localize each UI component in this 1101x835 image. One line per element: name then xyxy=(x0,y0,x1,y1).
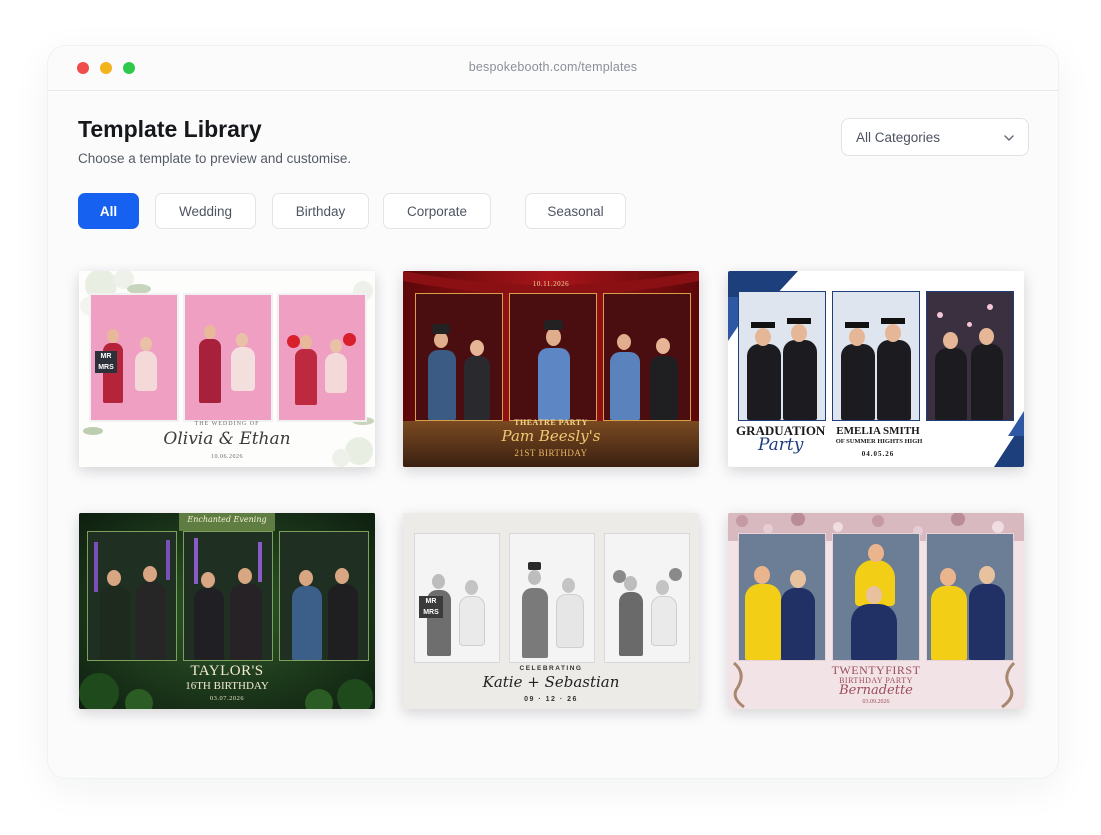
template-caption-line3: 09 · 12 · 26 xyxy=(524,696,578,703)
photo-strip-1 xyxy=(738,291,826,421)
photo-strip-2 xyxy=(509,533,595,663)
template-card-wedding-floral[interactable]: MR MRS THE WEDDING OF Olivia & Ethan 10.… xyxy=(79,271,375,467)
template-caption-line3: 10.06.2026 xyxy=(211,454,243,460)
template-caption-line2: 16TH BIRTHDAY xyxy=(185,680,269,692)
photo-strip-2 xyxy=(183,293,273,422)
template-top-title: Enchanted Evening xyxy=(187,515,267,524)
template-caption-line2: Katie + Sebastian xyxy=(482,673,620,691)
photo-strip-2 xyxy=(832,533,920,661)
template-caption-line3: 03.07.2026 xyxy=(209,695,245,702)
photo-strip-1 xyxy=(87,531,177,661)
category-dropdown-value: All Categories xyxy=(856,130,941,145)
prop-sign: MR MRS xyxy=(419,596,443,618)
filter-label: Wedding xyxy=(178,203,233,219)
filter-wedding[interactable]: Wedding xyxy=(155,193,256,229)
filter-label: Seasonal xyxy=(547,203,604,219)
template-caption-line4: OF SUMMER HIGHTS HIGH xyxy=(835,438,923,445)
template-caption-line1: THEATRE PARTY xyxy=(514,418,588,427)
photo-strip-2 xyxy=(509,293,597,421)
photo-strip-2 xyxy=(183,531,273,661)
chevron-down-icon xyxy=(1004,135,1014,141)
template-caption-line2: Party xyxy=(758,435,804,455)
template-caption-line3: 21ST BIRTHDAY xyxy=(514,448,588,458)
template-caption-line1: TAYLOR'S xyxy=(190,663,264,679)
template-caption-line5: 04.05.26 xyxy=(861,450,895,458)
photo-strip-3 xyxy=(926,533,1014,661)
photo-strip-3 xyxy=(604,533,690,663)
filter-seasonal[interactable]: Seasonal xyxy=(525,193,626,229)
browser-window: bespokebooth.com/templates Template Libr… xyxy=(48,46,1058,778)
photo-strip-3 xyxy=(279,531,369,661)
filter-label: Corporate xyxy=(406,203,468,219)
page-title: Template Library xyxy=(78,116,262,142)
template-card-theatre[interactable]: 10.11.2026 THEATRE PARTY Pam Beesly's 21… xyxy=(403,271,699,467)
photo-strip-3 xyxy=(926,291,1014,421)
template-card-enchanted-forest[interactable]: Enchanted Evening TAYLOR'S 16TH BIRTHDAY… xyxy=(79,513,375,709)
filter-label: All xyxy=(99,203,118,219)
template-caption-line2: Olivia & Ethan xyxy=(163,429,291,449)
template-top-date: 10.11.2026 xyxy=(532,280,570,288)
address-bar-url[interactable]: bespokebooth.com/templates xyxy=(48,60,1058,74)
prop-sign: MR MRS xyxy=(95,351,117,373)
photo-strip-2 xyxy=(832,291,920,421)
filter-birthday[interactable]: Birthday xyxy=(272,193,369,229)
photo-strip-3 xyxy=(603,293,691,421)
photo-strip-1: MR MRS xyxy=(414,533,500,663)
photo-strip-1 xyxy=(415,293,503,421)
photo-strip-1 xyxy=(738,533,826,661)
filter-all[interactable]: All xyxy=(78,193,139,229)
template-card-graduation[interactable]: GRADUATION Party EMELIA SMITH OF SUMMER … xyxy=(728,271,1024,467)
template-card-monochrome-wedding[interactable]: MR MRS CELEBRATING Katie + Sebastian 09 … xyxy=(403,513,699,709)
browser-titlebar: bespokebooth.com/templates xyxy=(48,46,1058,91)
template-caption-line4: 03.09.2026 xyxy=(862,699,890,705)
template-caption-line3: EMELIA SMITH xyxy=(836,425,920,437)
filter-label: Birthday xyxy=(295,203,346,219)
template-caption-line1: THE WEDDING OF xyxy=(194,421,260,427)
category-dropdown[interactable]: All Categories xyxy=(841,118,1029,156)
page-subtitle: Choose a template to preview and customi… xyxy=(78,151,352,166)
template-caption-line2: Pam Beesly's xyxy=(501,427,601,445)
photo-strip-3 xyxy=(277,293,367,422)
filter-corporate[interactable]: Corporate xyxy=(383,193,491,229)
template-caption-line3: Bernadette xyxy=(839,683,913,698)
template-card-glitter-birthday[interactable]: TWENTYFIRST BIRTHDAY PARTY Bernadette 03… xyxy=(728,513,1024,709)
photo-strip-1: MR MRS xyxy=(89,293,179,422)
template-caption-line1: CELEBRATING xyxy=(519,665,583,672)
